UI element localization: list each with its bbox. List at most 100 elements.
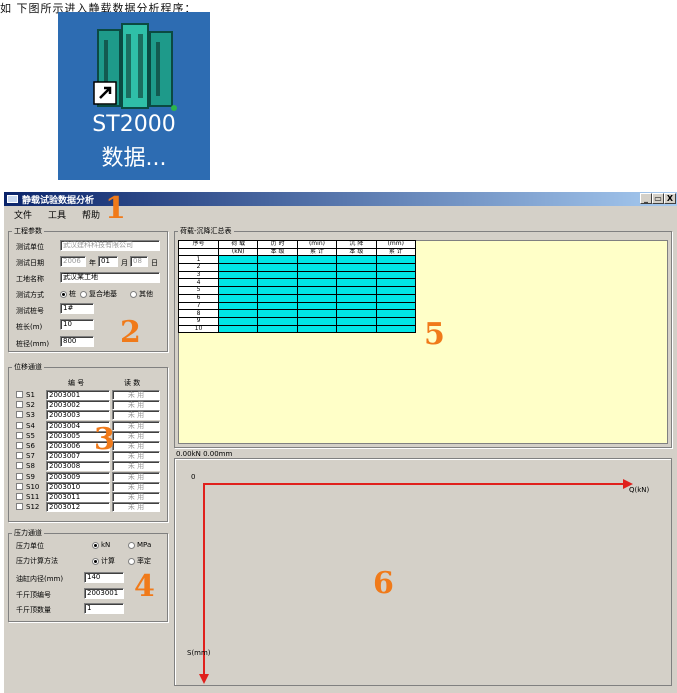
date-day-field[interactable]: 08 — [130, 256, 148, 267]
channel-id-field[interactable]: 2003010 — [46, 481, 110, 492]
data-cell[interactable] — [375, 286, 417, 295]
data-cell[interactable] — [375, 293, 417, 303]
data-cell[interactable] — [296, 309, 338, 318]
channel-checkbox[interactable] — [16, 442, 23, 449]
channel-id-field[interactable]: 2003003 — [46, 410, 110, 421]
data-cell[interactable] — [257, 278, 298, 288]
data-cell[interactable] — [257, 255, 298, 265]
channel-checkbox[interactable] — [16, 391, 23, 398]
data-cell[interactable] — [336, 324, 377, 334]
length-field[interactable]: 10 — [60, 319, 94, 330]
data-cell[interactable] — [217, 286, 259, 295]
channel-checkbox[interactable] — [16, 482, 23, 490]
data-cell[interactable] — [257, 263, 298, 272]
cylinder-field[interactable]: 140 — [84, 572, 124, 583]
data-cell[interactable] — [336, 301, 377, 311]
diameter-field[interactable]: 800 — [60, 336, 94, 347]
data-cell[interactable] — [375, 255, 417, 265]
radio-mpa[interactable] — [128, 541, 135, 549]
menu-file[interactable]: 文件 — [14, 208, 32, 221]
data-cell[interactable] — [336, 309, 377, 318]
data-cell[interactable] — [217, 293, 259, 303]
channel-checkbox[interactable] — [16, 431, 23, 439]
data-cell[interactable] — [336, 263, 377, 272]
radio-kn[interactable] — [92, 541, 99, 549]
data-cell[interactable] — [257, 309, 298, 318]
unit-field[interactable]: 武汉建科科技有限公司 — [60, 240, 160, 251]
data-cell[interactable] — [296, 293, 338, 303]
channel-checkbox[interactable] — [16, 421, 23, 429]
data-cell[interactable] — [257, 301, 298, 311]
data-cell[interactable] — [375, 278, 417, 288]
channel-id-field[interactable]: 2003009 — [46, 471, 110, 482]
data-cell[interactable] — [217, 324, 259, 334]
date-month-field[interactable]: 01 — [98, 256, 118, 267]
data-cell[interactable] — [296, 270, 338, 280]
menu-help[interactable]: 帮助 — [82, 208, 100, 221]
data-cell[interactable] — [336, 316, 377, 326]
data-cell[interactable] — [217, 301, 259, 311]
maximize-button[interactable]: ▭ — [652, 193, 664, 204]
pile-no-field[interactable]: 1# — [60, 303, 94, 314]
channel-id-field[interactable]: 2003008 — [46, 461, 110, 472]
radio-other[interactable] — [130, 290, 137, 298]
channel-checkbox[interactable] — [16, 493, 23, 500]
radio-compute[interactable] — [92, 557, 99, 565]
channel-id-field[interactable]: 2003012 — [46, 502, 110, 513]
data-cell[interactable] — [336, 270, 377, 280]
jack-no-field[interactable]: 2003001 — [84, 588, 124, 599]
data-cell[interactable] — [257, 286, 298, 295]
method-other-option[interactable]: 其他 — [130, 289, 153, 299]
data-cell[interactable] — [217, 309, 259, 318]
data-cell[interactable] — [217, 278, 259, 288]
unit-kn-option[interactable]: kN — [92, 541, 110, 549]
data-cell[interactable] — [217, 263, 259, 272]
data-cell[interactable] — [375, 270, 417, 280]
channel-checkbox[interactable] — [16, 411, 23, 419]
data-cell[interactable] — [375, 324, 417, 334]
channel-checkbox[interactable] — [16, 401, 23, 409]
channel-id-field[interactable]: 2003001 — [46, 390, 110, 400]
radio-pile[interactable] — [60, 290, 67, 298]
jack-count-field[interactable]: 1 — [84, 603, 124, 614]
data-cell[interactable] — [296, 324, 338, 334]
data-cell[interactable] — [217, 270, 259, 280]
minimize-button[interactable]: _ — [640, 193, 652, 204]
channel-id-field[interactable]: 2003002 — [46, 400, 110, 411]
method-composite-option[interactable]: 复合地基 — [80, 289, 117, 299]
data-cell[interactable] — [336, 278, 377, 288]
data-cell[interactable] — [296, 286, 338, 295]
data-cell[interactable] — [296, 316, 338, 326]
channel-checkbox[interactable] — [16, 462, 23, 470]
channel-checkbox[interactable] — [16, 503, 23, 511]
data-cell[interactable] — [217, 316, 259, 326]
data-cell[interactable] — [296, 278, 338, 288]
data-cell[interactable] — [336, 293, 377, 303]
calc-compute-option[interactable]: 计算 — [92, 556, 115, 566]
data-cell[interactable] — [296, 301, 338, 311]
calc-calibrate-option[interactable]: 率定 — [128, 556, 151, 566]
data-cell[interactable] — [296, 263, 338, 272]
data-cell[interactable] — [257, 324, 298, 334]
data-cell[interactable] — [375, 309, 417, 318]
date-year-field[interactable]: 2006 — [60, 256, 86, 267]
data-cell[interactable] — [257, 270, 298, 280]
menu-tools[interactable]: 工具 — [48, 208, 66, 221]
close-button[interactable]: X — [664, 193, 676, 204]
channel-checkbox[interactable] — [16, 472, 23, 480]
data-cell[interactable] — [217, 255, 259, 265]
data-cell[interactable] — [296, 255, 338, 265]
method-pile-option[interactable]: 桩 — [60, 289, 76, 299]
data-cell[interactable] — [375, 263, 417, 272]
data-cell[interactable] — [336, 286, 377, 295]
radio-calibrate[interactable] — [128, 557, 135, 565]
data-cell[interactable] — [257, 293, 298, 303]
unit-mpa-option[interactable]: MPa — [128, 541, 151, 549]
data-cell[interactable] — [375, 301, 417, 311]
st2000-desktop-icon[interactable]: ST2000 数据... — [58, 12, 210, 180]
data-cell[interactable] — [375, 316, 417, 326]
data-cell[interactable] — [336, 255, 377, 265]
channel-checkbox[interactable] — [16, 452, 23, 460]
site-field[interactable]: 武汉某工地 — [60, 272, 160, 283]
data-cell[interactable] — [257, 316, 298, 326]
